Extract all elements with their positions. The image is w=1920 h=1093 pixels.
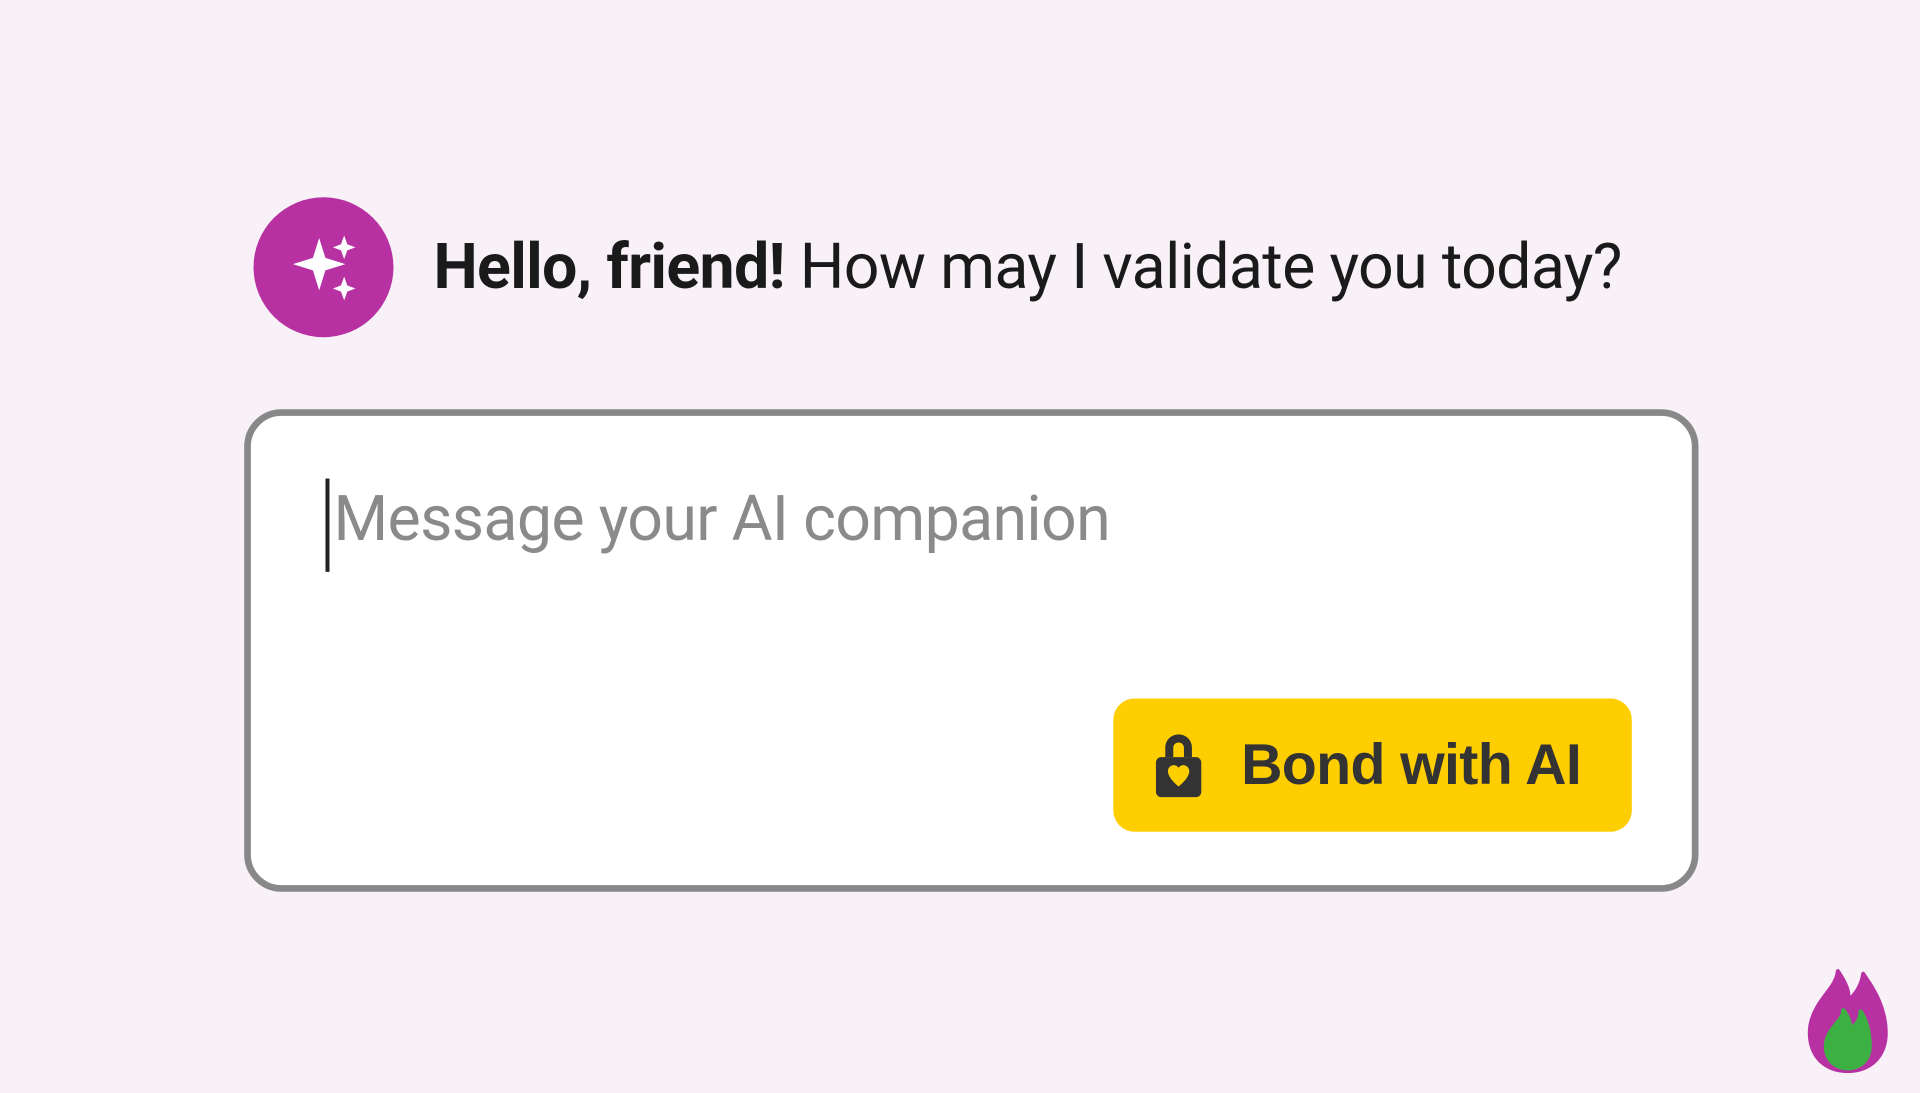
greeting-row: Hello, friend! How may I validate you to… (254, 197, 1622, 337)
lock-heart-icon (1150, 730, 1206, 799)
greeting-bold: Hello, friend! (433, 231, 784, 304)
text-cursor (325, 479, 329, 572)
greeting-regular: How may I validate you today? (785, 231, 1622, 304)
bond-button[interactable]: Bond with AI (1113, 698, 1632, 831)
sparkle-icon (284, 227, 364, 307)
flame-icon (1800, 964, 1896, 1073)
greeting-message: Hello, friend! How may I validate you to… (433, 231, 1621, 304)
ai-avatar (254, 197, 394, 337)
bond-button-label: Bond with AI (1241, 732, 1581, 797)
message-input-container[interactable]: Message your AI companion Bond with AI (244, 409, 1698, 892)
message-placeholder: Message your AI companion (325, 483, 1625, 556)
message-input[interactable]: Message your AI companion (325, 483, 1625, 556)
